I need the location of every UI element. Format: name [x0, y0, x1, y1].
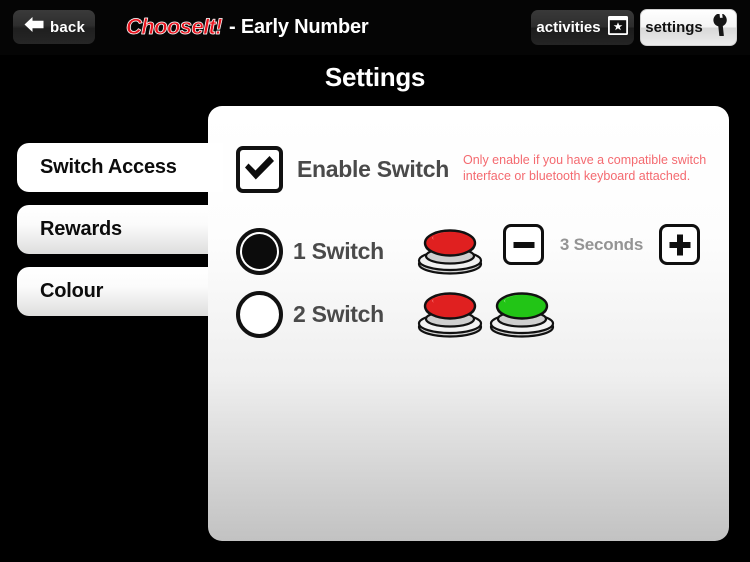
sidebar-item-label: Colour [40, 280, 104, 302]
settings-button[interactable]: settings [640, 9, 737, 46]
activities-label: activities [536, 19, 601, 36]
two-switch-images [417, 286, 555, 343]
app-root: back ChooseIt! - Early Number activities… [0, 0, 750, 562]
window-star-icon [607, 15, 629, 41]
settings-label: settings [645, 19, 703, 36]
green-switch-icon [489, 286, 555, 343]
activity-name: - Early Number [229, 15, 369, 38]
wrench-icon [708, 13, 732, 41]
switch-warning-note: Only enable if you have a compatible swi… [463, 153, 707, 183]
two-switch-radio[interactable] [236, 291, 283, 338]
back-label: back [50, 18, 85, 36]
activities-button[interactable]: activities [531, 10, 634, 45]
sidebar-item-label: Rewards [40, 218, 122, 240]
radio-selected-dot [242, 234, 277, 269]
sidebar: Switch Access Rewards Colour [17, 143, 223, 329]
enable-switch-checkbox[interactable] [236, 146, 283, 193]
scan-time-value: 3 Seconds [559, 234, 644, 254]
brand-name: ChooseIt! [126, 14, 223, 40]
back-button[interactable]: back [13, 10, 95, 44]
sidebar-item-colour[interactable]: Colour [17, 267, 222, 316]
minus-icon [513, 241, 534, 248]
sidebar-item-switch-access[interactable]: Switch Access [17, 143, 223, 192]
scan-time-minus-button[interactable] [503, 224, 544, 265]
red-switch-icon [417, 223, 483, 280]
enable-switch-row: Enable Switch [236, 146, 449, 193]
enable-switch-label: Enable Switch [297, 156, 450, 182]
red-switch-icon [417, 286, 483, 343]
scan-time-stepper: 3 Seconds [503, 224, 700, 265]
checkmark-icon [243, 154, 276, 186]
one-switch-radio[interactable] [236, 228, 283, 275]
one-switch-row: 1 Switch [236, 223, 483, 280]
sidebar-item-label: Switch Access [40, 156, 177, 178]
scan-time-plus-button[interactable] [659, 224, 700, 265]
sidebar-item-rewards[interactable]: Rewards [17, 205, 222, 254]
two-switch-row: 2 Switch [236, 286, 555, 343]
plus-icon-vertical [676, 234, 683, 255]
one-switch-images [417, 223, 483, 280]
page-title: Settings [324, 62, 426, 92]
top-bar: back ChooseIt! - Early Number activities… [0, 0, 750, 55]
left-arrow-icon [23, 16, 45, 38]
app-title: ChooseIt! - Early Number [126, 13, 369, 41]
one-switch-label: 1 Switch [293, 238, 384, 264]
two-switch-label: 2 Switch [293, 301, 384, 327]
